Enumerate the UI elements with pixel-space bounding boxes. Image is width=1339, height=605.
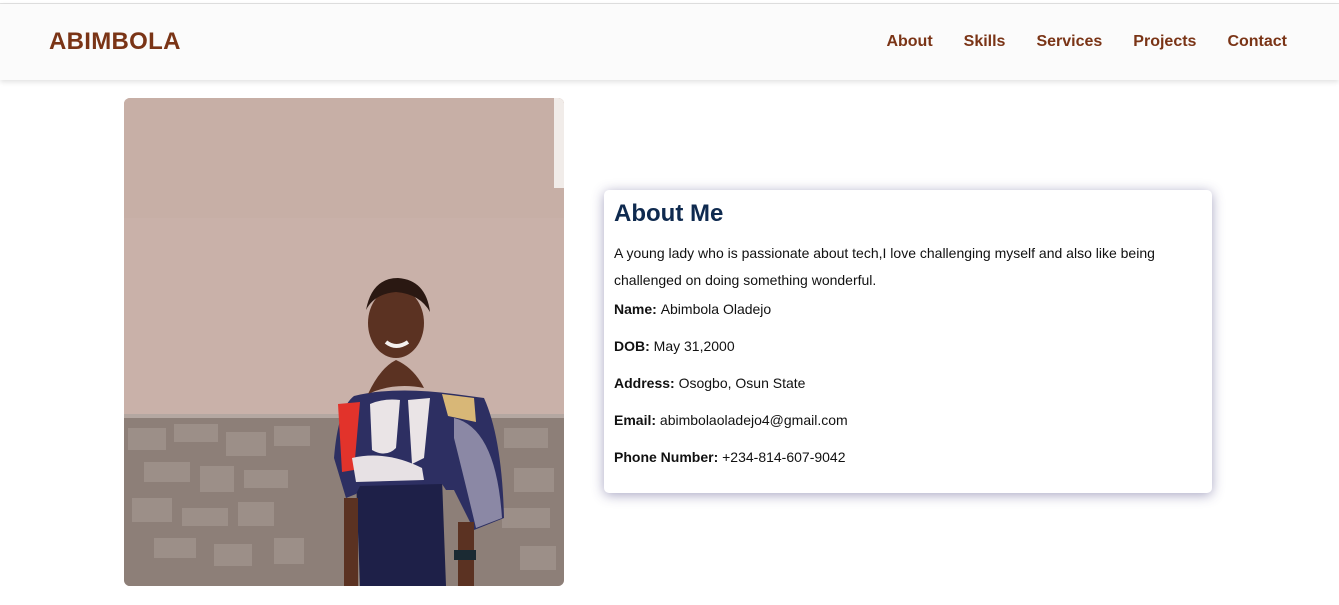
nav-link-projects[interactable]: Projects xyxy=(1133,33,1196,51)
nav-link-skills[interactable]: Skills xyxy=(964,33,1006,51)
nav-menu: About Skills Services Projects Contact xyxy=(886,33,1287,51)
detail-email: Email: abimbolaoladejo4@gmail.com xyxy=(614,411,1202,429)
detail-dob: DOB: May 31,2000 xyxy=(614,337,1202,355)
detail-label: Email: xyxy=(614,412,660,428)
detail-value: May 31,2000 xyxy=(653,338,735,354)
profile-photo-illustration xyxy=(124,98,564,586)
detail-label: Address: xyxy=(614,375,679,391)
detail-name: Name: Abimbola Oladejo xyxy=(614,300,1202,318)
about-title: About Me xyxy=(614,200,724,227)
detail-value: abimbolaoladejo4@gmail.com xyxy=(659,412,848,428)
detail-label: Phone Number: xyxy=(614,449,723,465)
profile-photo xyxy=(124,98,564,586)
detail-value: Abimbola Oladejo xyxy=(660,301,772,317)
about-bio: A young lady who is passionate about tec… xyxy=(614,245,1155,288)
brand-logo[interactable]: ABIMBOLA xyxy=(49,28,181,56)
detail-phone: Phone Number: +234-814-607-9042 xyxy=(614,448,1202,466)
detail-label: DOB: xyxy=(614,338,654,354)
navbar: ABIMBOLA About Skills Services Projects … xyxy=(0,4,1339,80)
detail-address: Address: Osogbo, Osun State xyxy=(614,374,1202,392)
about-card: About Me A young lady who is passionate … xyxy=(604,190,1212,493)
detail-label: Name: xyxy=(614,301,661,317)
detail-value: Osogbo, Osun State xyxy=(678,375,806,391)
nav-link-services[interactable]: Services xyxy=(1036,33,1102,51)
nav-link-contact[interactable]: Contact xyxy=(1227,33,1287,51)
nav-link-about[interactable]: About xyxy=(886,33,932,51)
detail-value: +234-814-607-9042 xyxy=(722,449,846,465)
